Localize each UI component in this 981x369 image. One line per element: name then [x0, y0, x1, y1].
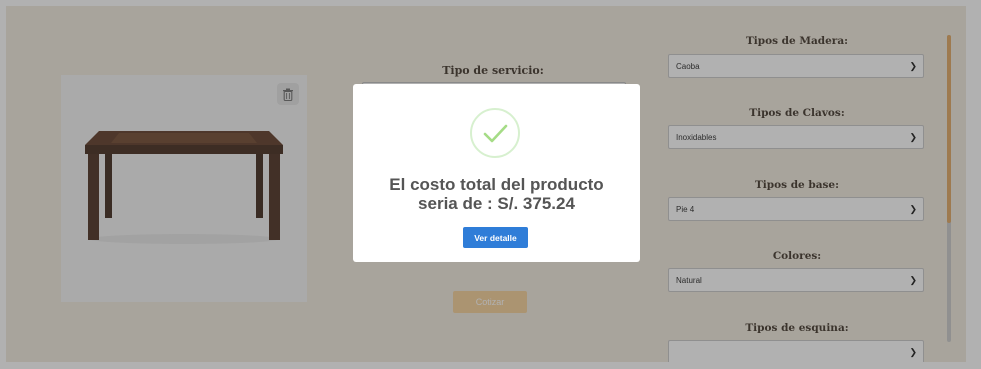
modal-message-line1: El costo total del producto	[389, 175, 604, 194]
modal-message: El costo total del producto seria de : S…	[353, 175, 640, 213]
success-modal: El costo total del producto seria de : S…	[353, 84, 640, 262]
view-detail-button[interactable]: Ver detalle	[463, 227, 528, 248]
modal-message-line2: seria de : S/. 375.24	[418, 194, 575, 213]
check-icon	[483, 124, 508, 143]
